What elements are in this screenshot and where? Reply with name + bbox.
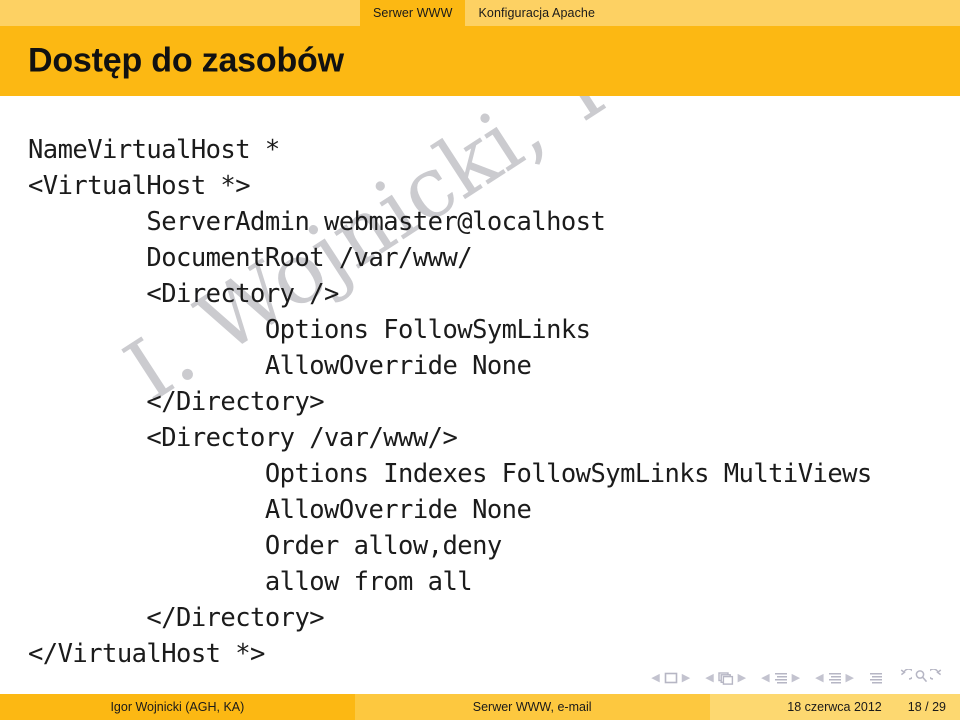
- history-navigation-group: [896, 668, 946, 687]
- slide-navigation-group: ◀ ▶: [649, 672, 692, 684]
- section-prev-icon[interactable]: ◀: [813, 672, 825, 684]
- code-line: <Directory /var/www/>: [28, 423, 458, 453]
- presentation-slide: Serwer WWW Konfiguracja Apache Dostęp do…: [0, 0, 960, 720]
- presentation-icon[interactable]: [867, 672, 885, 685]
- frame-prev-icon[interactable]: ◀: [703, 672, 715, 684]
- subsection-next-icon[interactable]: ▶: [790, 672, 802, 684]
- footer-date: 18 czerwca 2012: [787, 700, 882, 714]
- forward-icon[interactable]: [927, 668, 946, 687]
- code-line: ServerAdmin webmaster@localhost: [28, 207, 606, 237]
- code-block: NameVirtualHost * <VirtualHost *> ServerA…: [28, 132, 960, 672]
- footer-author-label: Igor Wojnicki (AGH, KA): [110, 700, 245, 714]
- beamer-navigation-symbols: ◀ ▶ ◀ ▶ ◀ ▶ ◀ ▶: [649, 666, 946, 690]
- code-line: Options FollowSymLinks: [28, 315, 591, 345]
- nav-section-label: Serwer WWW: [373, 6, 453, 20]
- search-icon[interactable]: [913, 669, 929, 687]
- footer-title: Serwer WWW, e-mail: [354, 694, 710, 720]
- footer-page-number: 18 / 29: [907, 700, 946, 714]
- presentation-navigation-group: [867, 672, 885, 685]
- header-navigation-bar: Serwer WWW Konfiguracja Apache: [0, 0, 960, 26]
- frame-title-bar: Dostęp do zasobów: [0, 26, 960, 96]
- section-navigation-group: ◀ ▶: [813, 672, 856, 685]
- page-title: Dostęp do zasobów: [28, 41, 344, 80]
- code-line: </Directory>: [28, 387, 325, 417]
- code-line: AllowOverride None: [28, 351, 532, 381]
- slide-icon[interactable]: [662, 672, 680, 684]
- code-line: <Directory />: [28, 279, 339, 309]
- slide-next-icon[interactable]: ▶: [680, 672, 692, 684]
- footer-title-label: Serwer WWW, e-mail: [472, 700, 592, 714]
- code-line: DocumentRoot /var/www/: [28, 243, 473, 273]
- footer-meta: 18 czerwca 2012 18 / 29: [709, 694, 960, 720]
- subsection-prev-icon[interactable]: ◀: [759, 672, 771, 684]
- subsection-navigation-group: ◀ ▶: [759, 672, 802, 685]
- frame-navigation-group: ◀ ▶: [703, 671, 748, 685]
- code-line: AllowOverride None: [28, 495, 532, 525]
- footer-author: Igor Wojnicki (AGH, KA): [0, 694, 355, 720]
- footer-bar: Igor Wojnicki (AGH, KA) Serwer WWW, e-ma…: [0, 694, 960, 720]
- section-icon[interactable]: [826, 672, 844, 685]
- frame-next-icon[interactable]: ▶: [736, 672, 748, 684]
- slide-prev-icon[interactable]: ◀: [649, 672, 661, 684]
- subsection-icon[interactable]: [772, 672, 790, 685]
- frames-icon[interactable]: [716, 671, 736, 685]
- section-next-icon[interactable]: ▶: [844, 672, 856, 684]
- code-line: <VirtualHost *>: [28, 171, 251, 201]
- code-line: </Directory>: [28, 603, 325, 633]
- code-line: Order allow,deny: [28, 531, 502, 561]
- code-line: allow from all: [28, 567, 473, 597]
- code-line: NameVirtualHost *: [28, 135, 280, 165]
- nav-section-label: Konfiguracja Apache: [478, 6, 596, 20]
- section-navigation-list: Serwer WWW Konfiguracja Apache: [360, 0, 609, 26]
- nav-section-serwer-www[interactable]: Serwer WWW: [360, 0, 466, 26]
- back-icon[interactable]: [896, 668, 915, 687]
- nav-section-konfiguracja-apache[interactable]: Konfiguracja Apache: [465, 0, 609, 26]
- code-line: Options Indexes FollowSymLinks MultiView…: [28, 459, 872, 489]
